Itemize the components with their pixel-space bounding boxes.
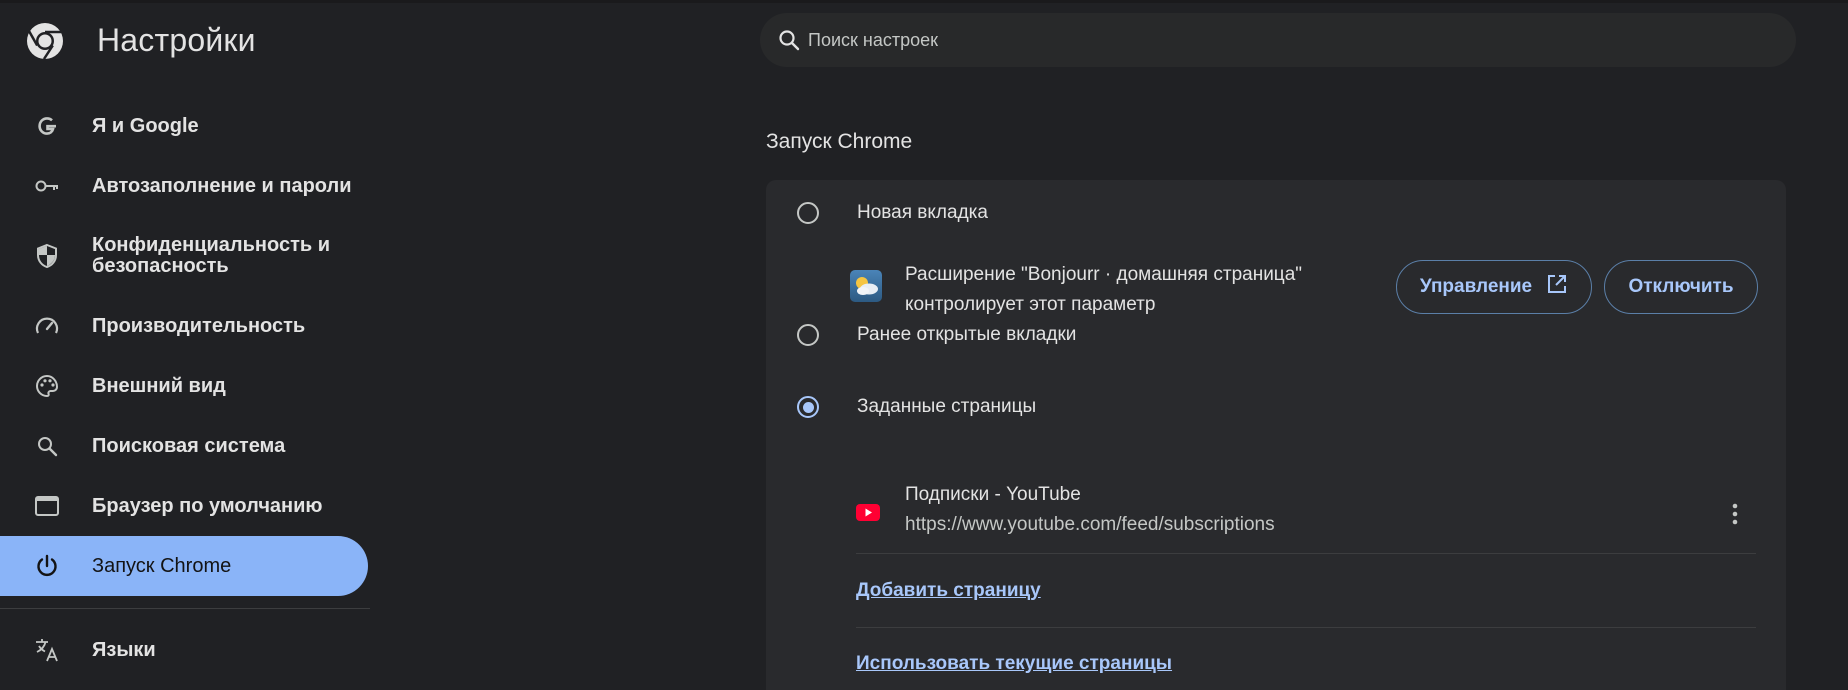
more-actions-icon[interactable] — [1723, 500, 1747, 528]
option-label: Новая вкладка — [857, 202, 988, 223]
sidebar-item-privacy[interactable]: Конфиденциальность и безопасность — [0, 216, 368, 296]
sidebar-item-languages[interactable]: Языки — [0, 620, 368, 680]
sidebar-item-label: Производительность — [92, 314, 306, 337]
sidebar-item-label: Запуск Chrome — [92, 554, 232, 577]
window-top-edge — [0, 0, 1848, 3]
divider — [856, 553, 1756, 554]
sidebar-item-label: Автозаполнение и пароли — [92, 174, 352, 197]
extension-notice-line2: контролирует этот параметр — [905, 294, 1156, 315]
radio-specific-pages[interactable] — [797, 396, 819, 418]
sidebar-item-search-engine[interactable]: Поисковая система — [0, 416, 368, 476]
browser-window-icon — [33, 492, 61, 520]
sidebar-item-appearance[interactable]: Внешний вид — [0, 356, 368, 416]
option-new-tab[interactable]: Новая вкладка — [797, 202, 988, 224]
section-title: Запуск Chrome — [766, 130, 913, 153]
sidebar-item-label: Браузер по умолчанию — [92, 494, 323, 517]
sidebar-item-performance[interactable]: Производительность — [0, 296, 368, 356]
divider — [856, 627, 1756, 628]
sidebar-item-on-startup[interactable]: Запуск Chrome — [0, 536, 368, 596]
search-icon — [774, 25, 804, 55]
disable-extension-button[interactable]: Отключить — [1604, 260, 1758, 314]
search-box[interactable] — [760, 13, 1796, 67]
sidebar: Я и Google Автозаполнение и пароли Конфи… — [0, 96, 370, 680]
sidebar-item-label: Внешний вид — [92, 374, 226, 397]
page-title: Настройки — [97, 22, 256, 58]
manage-button-label: Управление — [1419, 276, 1533, 297]
shield-icon — [33, 242, 61, 270]
sidebar-item-default-browser[interactable]: Браузер по умолчанию — [0, 476, 368, 536]
sidebar-item-autofill[interactable]: Автозаполнение и пароли — [0, 156, 368, 216]
translate-icon — [33, 636, 61, 664]
use-current-pages-link[interactable]: Использовать текущие страницы — [856, 653, 1172, 675]
sidebar-item-you-and-google[interactable]: Я и Google — [0, 96, 368, 156]
power-icon — [33, 552, 61, 580]
youtube-icon — [856, 504, 880, 521]
startup-page-item: Подписки - YouTube https://www.youtube.c… — [856, 480, 1761, 555]
page-title-text: Подписки - YouTube — [905, 484, 1081, 505]
option-specific-pages[interactable]: Заданные страницы — [797, 396, 1036, 418]
option-label: Заданные страницы — [857, 396, 1037, 417]
sidebar-item-label: Конфиденциальность и безопасность — [92, 234, 331, 277]
option-continue[interactable]: Ранее открытые вкладки — [797, 324, 1076, 346]
page-url-text: https://www.youtube.com/feed/subscriptio… — [905, 514, 1275, 535]
open-in-new-icon — [1546, 273, 1568, 301]
speedometer-icon — [33, 312, 61, 340]
manage-extension-button[interactable]: Управление — [1396, 260, 1592, 314]
bonjourr-extension-icon — [850, 270, 882, 302]
google-g-icon — [33, 112, 61, 140]
chrome-logo-icon — [26, 22, 64, 60]
startup-settings-card: Новая вкладка Расширение "Bonjourr · дом… — [766, 180, 1786, 690]
palette-icon — [33, 372, 61, 400]
search-input[interactable] — [808, 29, 1708, 51]
search-icon — [33, 432, 61, 460]
extension-notice: Расширение "Bonjourr · домашняя страница… — [905, 260, 1325, 320]
radio-new-tab[interactable] — [797, 202, 819, 224]
option-label: Ранее открытые вкладки — [857, 324, 1077, 345]
sidebar-item-label: Языки — [92, 638, 156, 661]
key-icon — [33, 172, 61, 200]
radio-continue[interactable] — [797, 324, 819, 346]
sidebar-item-label: Поисковая система — [92, 434, 286, 457]
sidebar-item-label: Я и Google — [92, 114, 199, 137]
sidebar-divider — [0, 608, 370, 609]
extension-notice-line1: Расширение "Bonjourr · домашняя страница… — [905, 264, 1303, 285]
add-page-link[interactable]: Добавить страницу — [856, 580, 1041, 602]
